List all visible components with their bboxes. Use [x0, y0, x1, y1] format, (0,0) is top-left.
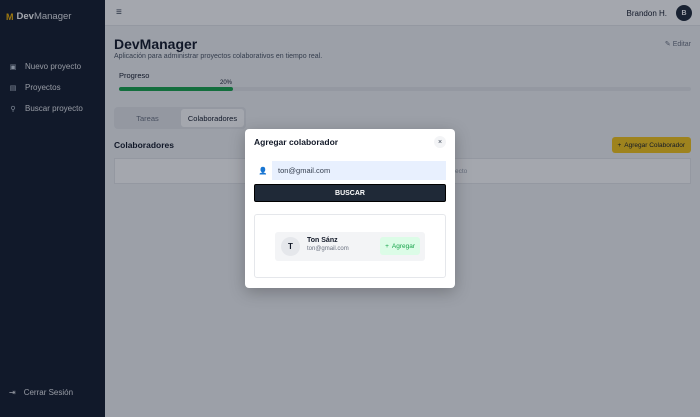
- list-item: T Ton Sánz ton@gmail.com + Agregar: [275, 232, 425, 261]
- result-name: Ton Sánz: [307, 237, 338, 244]
- search-button[interactable]: BUSCAR: [254, 184, 446, 202]
- email-search-input[interactable]: [272, 161, 446, 180]
- add-result-label: Agregar: [391, 242, 415, 250]
- avatar: T: [281, 237, 300, 256]
- search-row: 👤: [254, 161, 446, 180]
- search-results: T Ton Sánz ton@gmail.com + Agregar: [254, 214, 446, 278]
- add-result-button[interactable]: + Agregar: [380, 237, 420, 255]
- close-icon[interactable]: ×: [434, 136, 446, 148]
- plus-icon: +: [385, 242, 389, 250]
- add-collaborator-modal: Agregar colaborador × 👤 BUSCAR T Ton Sán…: [245, 129, 455, 288]
- result-email: ton@gmail.com: [307, 246, 349, 252]
- user-icon: 👤: [254, 161, 272, 180]
- modal-title: Agregar colaborador: [254, 137, 339, 147]
